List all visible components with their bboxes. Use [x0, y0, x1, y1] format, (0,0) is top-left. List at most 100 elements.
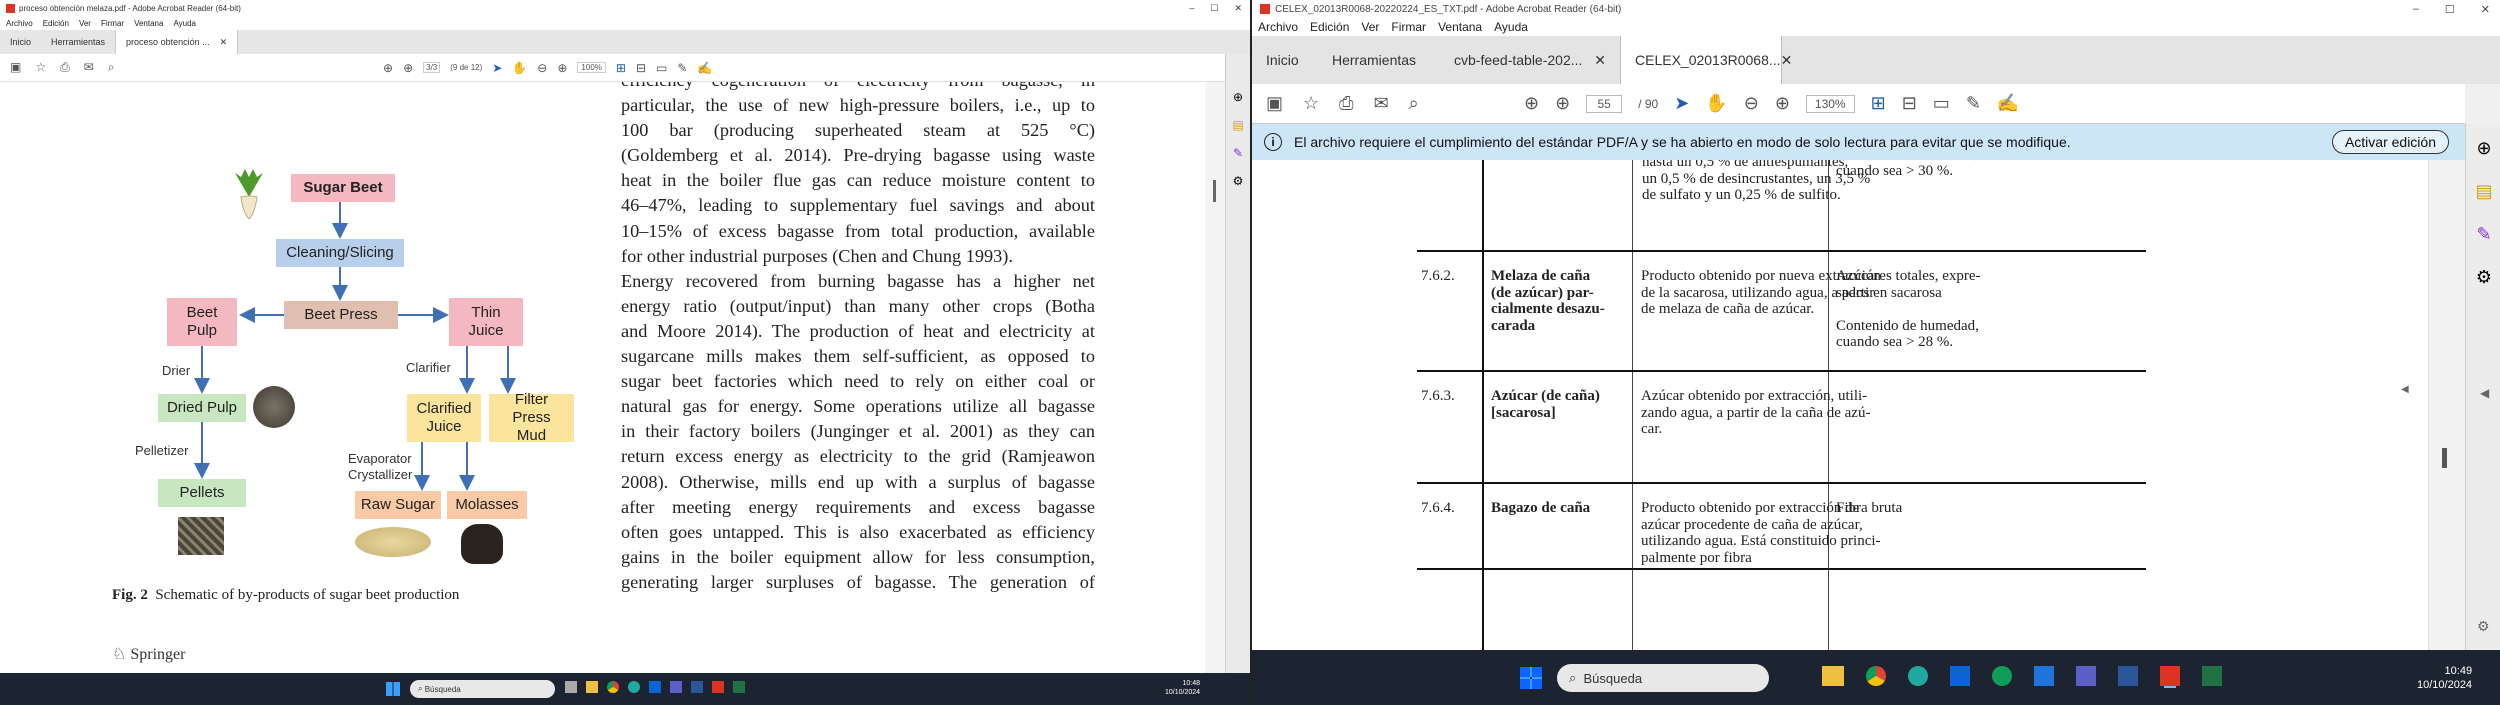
zoom-in-icon[interactable]: ⊕	[557, 61, 567, 75]
windows-start-icon[interactable]	[1520, 667, 1542, 689]
save-icon[interactable]: ▣	[10, 60, 21, 75]
page-number-field[interactable]: 55	[1586, 94, 1623, 113]
left-menu-item[interactable]: Archivo	[6, 19, 33, 28]
bookmark-star-icon[interactable]: ☆	[35, 60, 46, 75]
left-menu-item[interactable]: Ver	[79, 19, 91, 28]
minimize-icon[interactable]: –	[2413, 3, 2419, 16]
left-scrollbar-thumb[interactable]	[1213, 180, 1216, 202]
right-menu-item[interactable]: Archivo	[1258, 20, 1298, 34]
edge-icon[interactable]	[1908, 666, 1928, 686]
tab-close-icon[interactable]: ✕	[220, 37, 228, 48]
print-icon[interactable]: ⎙	[1339, 93, 1353, 114]
tab-herramientas[interactable]: Herramientas	[41, 30, 115, 54]
file-explorer-icon[interactable]	[586, 681, 598, 693]
bookmark-star-icon[interactable]: ☆	[1303, 93, 1319, 114]
side-tools-icon[interactable]: ⚙	[2476, 267, 2492, 288]
minimize-icon[interactable]: –	[1189, 3, 1194, 14]
hand-tool-icon[interactable]: ✋	[1705, 93, 1727, 114]
side-comment-icon[interactable]: ▤	[2475, 181, 2492, 202]
right-scrollbar-thumb[interactable]	[2442, 448, 2447, 468]
sign-icon[interactable]: ✍	[697, 61, 712, 75]
side-comment-icon[interactable]: ▤	[1232, 118, 1243, 132]
side-zoom-icon[interactable]: ⊕	[1233, 90, 1243, 104]
right-menu-item[interactable]: Ver	[1361, 20, 1379, 34]
right-menu-item[interactable]: Ventana	[1438, 20, 1482, 34]
close-icon[interactable]: ✕	[1234, 3, 1242, 14]
file-explorer-icon[interactable]	[1822, 666, 1844, 686]
select-cursor-icon[interactable]: ➤	[492, 61, 502, 75]
acrobat-taskbar-icon[interactable]	[2160, 666, 2180, 686]
left-menu-item[interactable]: Edición	[43, 19, 69, 28]
zoom-field[interactable]: 130%	[1805, 94, 1855, 113]
page-number-field[interactable]: 3/3	[423, 62, 441, 73]
scroll-mode-icon[interactable]: ⊟	[1902, 93, 1917, 114]
zoom-in-icon[interactable]: ⊕	[1775, 93, 1790, 114]
side-fill-sign-icon[interactable]: ✎	[2476, 224, 2491, 245]
word-icon[interactable]	[2118, 666, 2138, 686]
acrobat-taskbar-icon[interactable]	[712, 681, 724, 693]
mail-icon[interactable]: ✉	[1374, 93, 1389, 114]
task-view-icon[interactable]	[565, 681, 577, 693]
comment-icon[interactable]: ▭	[656, 61, 667, 75]
maximize-icon[interactable]: ☐	[2445, 3, 2455, 16]
outlook-icon[interactable]	[1950, 666, 1970, 686]
enable-editing-button[interactable]: Activar edición	[2331, 130, 2449, 154]
search-icon[interactable]: ⌕	[108, 60, 115, 75]
hand-tool-icon[interactable]: ✋	[512, 61, 527, 75]
tab-inicio[interactable]: Inicio	[1252, 36, 1318, 84]
outlook-new-icon[interactable]	[2034, 666, 2054, 686]
left-menu-item[interactable]: Ayuda	[173, 19, 196, 28]
select-cursor-icon[interactable]: ➤	[1674, 93, 1689, 114]
page-up-icon[interactable]: ⊕	[1524, 93, 1539, 114]
left-scroll-rail[interactable]	[1205, 82, 1225, 673]
close-icon[interactable]: ✕	[2481, 3, 2490, 16]
left-menu-item[interactable]: Ventana	[134, 19, 163, 28]
photos-icon[interactable]	[1992, 666, 2012, 686]
mail-icon[interactable]: ✉	[84, 60, 94, 75]
pen-icon[interactable]: ✎	[1966, 93, 1981, 114]
zoom-out-icon[interactable]: ⊖	[537, 61, 547, 75]
right-menu-item[interactable]: Edición	[1310, 20, 1349, 34]
tab-celex-document[interactable]: CELEX_02013R0068... ✕	[1620, 36, 1792, 84]
side-tools-icon[interactable]: ⚙	[1233, 174, 1244, 188]
side-fill-sign-icon[interactable]: ✎	[1233, 146, 1243, 160]
side-settings-icon[interactable]: ⚙	[2477, 618, 2490, 635]
maximize-icon[interactable]: ☐	[1210, 3, 1218, 14]
side-expand-icon[interactable]: ◀	[2480, 386, 2489, 400]
save-icon[interactable]: ▣	[1266, 93, 1283, 114]
comment-icon[interactable]: ▭	[1933, 93, 1950, 114]
tab-close-icon[interactable]: ✕	[1781, 52, 1793, 69]
page-down-icon[interactable]: ⊕	[1555, 93, 1570, 114]
right-menu-item[interactable]: Firmar	[1391, 20, 1426, 34]
teams-icon[interactable]	[670, 681, 682, 693]
page-down-icon[interactable]: ⊕	[403, 61, 413, 75]
right-scroll-rail[interactable]: ◀	[2401, 160, 2465, 650]
left-menu-item[interactable]: Firmar	[101, 19, 124, 28]
chrome-icon[interactable]	[607, 681, 619, 693]
outlook-icon[interactable]	[649, 681, 661, 693]
fit-page-icon[interactable]: ⊞	[1871, 93, 1886, 114]
excel-icon[interactable]	[2202, 666, 2222, 686]
side-zoom-icon[interactable]: ⊕	[2476, 138, 2491, 159]
tab-inicio[interactable]: Inicio	[0, 30, 41, 54]
zoom-field[interactable]: 100%	[577, 62, 606, 73]
tab-cvb-feed-table[interactable]: cvb-feed-table-202... ✕	[1440, 36, 1620, 84]
page-up-icon[interactable]: ⊕	[383, 61, 393, 75]
edge-icon[interactable]	[628, 681, 640, 693]
tab-document[interactable]: proceso obtención ... ✕	[115, 30, 239, 54]
taskbar-search-box[interactable]: ⌕ Búsqueda	[1557, 664, 1769, 692]
excel-icon[interactable]	[733, 681, 745, 693]
print-icon[interactable]: ⎙	[60, 60, 70, 75]
fit-page-icon[interactable]: ⊞	[616, 61, 626, 75]
sign-icon[interactable]: ✍	[1997, 93, 2019, 114]
tab-close-icon[interactable]: ✕	[1594, 52, 1606, 69]
chrome-icon[interactable]	[1866, 666, 1886, 686]
scroll-mode-icon[interactable]: ⊟	[636, 61, 646, 75]
windows-start-icon[interactable]	[386, 682, 400, 696]
right-menu-item[interactable]: Ayuda	[1494, 20, 1528, 34]
search-icon[interactable]: ⌕	[1409, 93, 1419, 114]
zoom-out-icon[interactable]: ⊖	[1744, 93, 1759, 114]
word-icon[interactable]	[691, 681, 703, 693]
tab-herramientas[interactable]: Herramientas	[1318, 36, 1440, 84]
collapse-panel-icon[interactable]: ◀	[2401, 384, 2409, 395]
